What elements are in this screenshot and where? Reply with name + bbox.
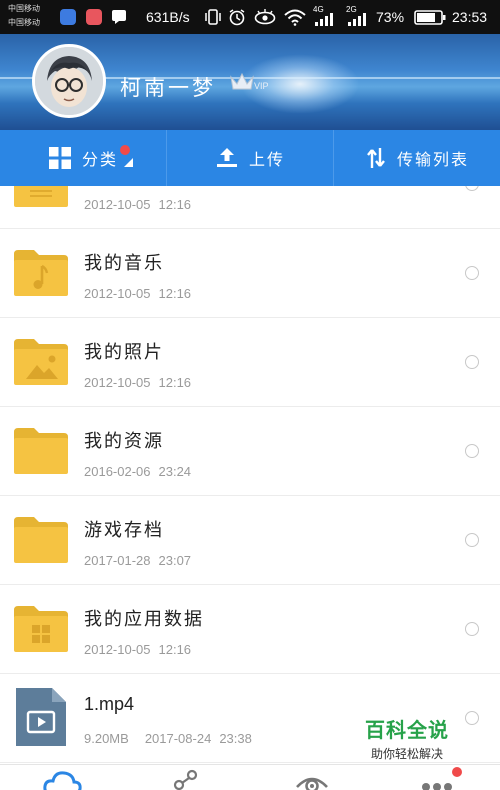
file-name: 我的照片 xyxy=(84,342,164,363)
action-tab-bar: 分类 上传 传输列表 xyxy=(0,130,500,186)
cloud-icon[interactable] xyxy=(42,769,82,790)
eye-care-icon xyxy=(254,9,276,25)
folder-icon xyxy=(14,428,68,474)
list-item[interactable]: 我的照片 2012-10-05 12:16 xyxy=(0,318,500,407)
file-time: 23:38 xyxy=(219,731,252,746)
file-list: 2012-10-05 12:16 我的音乐 2012-10-05 12:16 我的照… xyxy=(0,186,500,764)
battery-percent: 73% xyxy=(376,9,405,25)
file-meta: 2016-02-06 23:24 xyxy=(84,464,191,479)
file-name: 我的资源 xyxy=(84,431,164,452)
notification-dot xyxy=(120,145,130,155)
file-meta: 2012-10-05 12:16 xyxy=(84,286,191,301)
select-radio[interactable] xyxy=(465,266,479,280)
file-time: 23:24 xyxy=(158,464,192,479)
share-icon[interactable] xyxy=(167,769,207,790)
select-radio[interactable] xyxy=(465,622,479,636)
bottom-navigation xyxy=(0,764,500,790)
photo-folder-icon xyxy=(14,339,68,385)
tab-upload-label: 上传 xyxy=(248,150,285,169)
file-meta: 2012-10-05 12:16 xyxy=(84,375,191,390)
carrier-labels: 中国移动 中国移动 xyxy=(8,3,40,28)
file-size: 9.20MB xyxy=(84,731,129,746)
profile-header: 柯南一梦 VIP xyxy=(0,34,500,130)
app-folder-icon xyxy=(14,606,68,652)
list-item[interactable]: 我的音乐 2012-10-05 12:16 xyxy=(0,229,500,318)
file-name: 1.mp4 xyxy=(84,694,135,714)
alarm-icon xyxy=(229,9,245,26)
tab-category[interactable]: 分类 xyxy=(0,130,166,186)
notification-dot xyxy=(452,767,462,777)
select-radio[interactable] xyxy=(465,711,479,725)
map-app-icon xyxy=(60,9,76,25)
list-item[interactable]: 2012-10-05 12:16 xyxy=(0,186,500,229)
file-date: 2012-10-05 xyxy=(84,642,151,657)
wifi-icon xyxy=(284,9,306,26)
eye-icon[interactable] xyxy=(292,769,332,790)
file-name: 我的应用数据 xyxy=(84,609,204,630)
grid-icon xyxy=(48,147,71,169)
carrier-sim1: 中国移动 xyxy=(8,4,40,13)
file-date: 2012-10-05 xyxy=(84,197,151,212)
upload-icon xyxy=(216,148,237,167)
list-item[interactable]: 我的资源 2016-02-06 23:24 xyxy=(0,407,500,496)
list-item[interactable]: 我的应用数据 2012-10-05 12:16 xyxy=(0,585,500,674)
username[interactable]: 柯南一梦 xyxy=(120,72,216,102)
file-date: 2017-01-28 xyxy=(84,553,151,568)
vibrate-icon xyxy=(205,9,221,25)
file-date: 2012-10-05 xyxy=(84,375,151,390)
transfer-arrows-icon xyxy=(367,148,385,168)
file-date: 2017-08-24 xyxy=(144,731,212,746)
dropdown-corner-icon xyxy=(124,158,133,167)
file-date: 2012-10-05 xyxy=(84,286,151,301)
watermark: 百科全说 助你轻松解决 xyxy=(352,712,462,762)
watermark-subtitle: 助你轻松解决 xyxy=(370,747,443,761)
file-meta: 2012-10-05 12:16 xyxy=(84,197,191,212)
file-name: 我的音乐 xyxy=(84,253,164,274)
file-time: 23:07 xyxy=(158,553,192,568)
file-name: 游戏存档 xyxy=(84,520,164,541)
music-folder-icon xyxy=(14,250,68,296)
tab-transfer-list-label: 传输列表 xyxy=(396,150,469,169)
status-bar: 中国移动 中国移动 631B/s 4G 2G 73% 23:53 xyxy=(0,0,500,34)
video-file-icon xyxy=(16,688,66,746)
health-app-icon xyxy=(86,9,102,25)
file-time: 12:16 xyxy=(158,375,192,390)
file-time: 12:16 xyxy=(158,642,192,657)
message-icon xyxy=(112,10,126,24)
tab-upload[interactable]: 上传 xyxy=(166,130,333,186)
file-meta: 2012-10-05 12:16 xyxy=(84,642,191,657)
file-time: 12:16 xyxy=(158,197,192,212)
tab-category-label: 分类 xyxy=(81,150,118,169)
more-icon[interactable] xyxy=(417,769,457,790)
carrier-sim2: 中国移动 xyxy=(8,18,40,27)
battery-icon xyxy=(414,10,446,25)
select-radio[interactable] xyxy=(465,355,479,369)
avatar[interactable] xyxy=(32,44,106,118)
file-date: 2016-02-06 xyxy=(84,464,151,479)
avatar-illustration xyxy=(35,47,103,115)
vip-crown-icon[interactable]: VIP xyxy=(228,70,272,94)
file-meta: 9.20MB 2017-08-24 23:38 xyxy=(84,731,252,746)
signal-sim1-icon xyxy=(315,13,333,26)
tab-transfer-list[interactable]: 传输列表 xyxy=(333,130,500,186)
file-time: 12:16 xyxy=(158,286,192,301)
select-radio[interactable] xyxy=(465,186,479,191)
folder-icon xyxy=(14,517,68,563)
file-meta: 2017-01-28 23:07 xyxy=(84,553,191,568)
list-item[interactable]: 游戏存档 2017-01-28 23:07 xyxy=(0,496,500,585)
folder-icon xyxy=(14,186,68,207)
select-radio[interactable] xyxy=(465,533,479,547)
select-radio[interactable] xyxy=(465,444,479,458)
vip-label: VIP xyxy=(254,81,269,91)
clock: 23:53 xyxy=(452,9,488,25)
signal-sim2-icon xyxy=(348,13,366,26)
net-speed: 631B/s xyxy=(146,9,190,25)
watermark-title: 百科全说 xyxy=(365,718,449,742)
